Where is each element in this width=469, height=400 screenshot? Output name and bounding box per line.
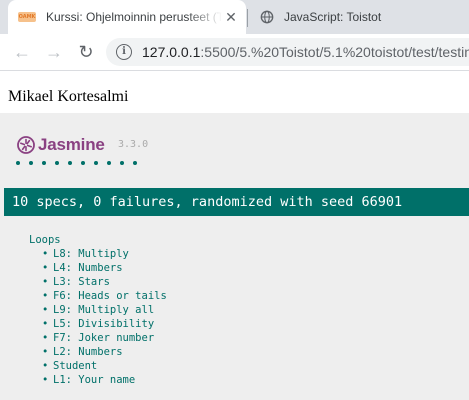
spec-passed-dot — [94, 161, 98, 165]
author-name: Mikael Kortesalmi — [8, 88, 129, 105]
info-icon[interactable]: i — [116, 44, 132, 60]
jasmine-logo: Jasmine — [17, 135, 105, 155]
spec-link[interactable]: L9: Multiply all — [53, 304, 154, 316]
reload-icon: ↻ — [78, 41, 94, 62]
tab-kurssi[interactable]: OAMK Kurssi: Ohjelmoinnin perusteet (T ✕ — [8, 0, 246, 34]
spec-item[interactable]: • L5: Divisibility — [42, 317, 167, 331]
tab-strip: OAMK Kurssi: Ohjelmoinnin perusteet (T ✕… — [0, 0, 469, 34]
spec-passed-dot — [133, 161, 137, 165]
spec-item[interactable]: • Student — [42, 359, 167, 373]
spec-passed-dot — [29, 161, 33, 165]
spec-link[interactable]: L5: Divisibility — [53, 318, 154, 330]
spec-passed-dot — [81, 161, 85, 165]
spec-passed-dot — [107, 161, 111, 165]
spec-item[interactable]: • F6: Heads or tails — [42, 289, 167, 303]
spec-item[interactable]: • L3: Stars — [42, 275, 167, 289]
tab-title: JavaScript: Toistot — [284, 10, 382, 24]
globe-icon — [260, 10, 274, 24]
arrow-right-icon: → — [45, 41, 63, 62]
mooc-icon: OAMK — [18, 12, 36, 22]
spec-item[interactable]: • L8: Multiply — [42, 247, 167, 261]
back-button[interactable]: ← — [10, 40, 34, 64]
spec-item[interactable]: • L4: Numbers — [42, 261, 167, 275]
suite-loops: Loops • L8: Multiply • L4: Numbers • L3: St… — [29, 233, 167, 387]
jasmine-version: 3.3.0 — [118, 139, 149, 150]
spec-link[interactable]: L2: Numbers — [53, 346, 123, 358]
tab-title: Kurssi: Ohjelmoinnin perusteet (T — [46, 10, 222, 24]
address-bar[interactable]: i 127.0.0.1:5500/5.%20Toistot/5.1%20tois… — [106, 38, 469, 66]
spec-passed-dot — [16, 161, 20, 165]
url-path: :5500/5.%20Toistot/5.1%20toistot/test/te… — [200, 44, 469, 60]
url-text[interactable]: 127.0.0.1:5500/5.%20Toistot/5.1%20toisto… — [142, 44, 469, 60]
tab-javascript-toistot[interactable]: JavaScript: Toistot — [250, 0, 469, 34]
spec-item[interactable]: • L1: Your name — [42, 373, 167, 387]
spec-link[interactable]: L3: Stars — [53, 276, 110, 288]
spec-link[interactable]: Student — [53, 360, 97, 372]
spec-dots — [16, 161, 137, 165]
spec-list: • L8: Multiply • L4: Numbers • L3: Stars • F… — [29, 247, 167, 387]
spec-passed-dot — [68, 161, 72, 165]
spec-item[interactable]: • F7: Joker number — [42, 331, 167, 345]
suite-title[interactable]: Loops — [29, 233, 167, 247]
close-tab-icon[interactable]: ✕ — [222, 9, 240, 26]
spec-link[interactable]: L8: Multiply — [53, 248, 129, 260]
spec-link[interactable]: F7: Joker number — [53, 332, 154, 344]
browser-toolbar: ← → ↻ i 127.0.0.1:5500/5.%20Toistot/5.1%… — [0, 34, 469, 71]
reload-button[interactable]: ↻ — [74, 40, 98, 64]
forward-button[interactable]: → — [42, 40, 66, 64]
tab-separator — [247, 9, 248, 27]
jasmine-title: Jasmine — [38, 135, 105, 154]
spec-link[interactable]: L4: Numbers — [53, 262, 123, 274]
spec-passed-dot — [55, 161, 59, 165]
spec-passed-dot — [120, 161, 124, 165]
jasmine-flower-icon — [17, 136, 35, 154]
spec-link[interactable]: L1: Your name — [53, 374, 135, 386]
spec-item[interactable]: • L2: Numbers — [42, 345, 167, 359]
url-host: 127.0.0.1 — [142, 44, 201, 60]
spec-link[interactable]: F6: Heads or tails — [53, 290, 167, 302]
spec-passed-dot — [42, 161, 46, 165]
arrow-left-icon: ← — [13, 41, 31, 62]
jasmine-reporter: Jasmine 3.3.0 10 specs, 0 failures, rand… — [0, 113, 469, 400]
results-summary-bar: 10 specs, 0 failures, randomized with se… — [4, 188, 469, 216]
spec-item[interactable]: • L9: Multiply all — [42, 303, 167, 317]
